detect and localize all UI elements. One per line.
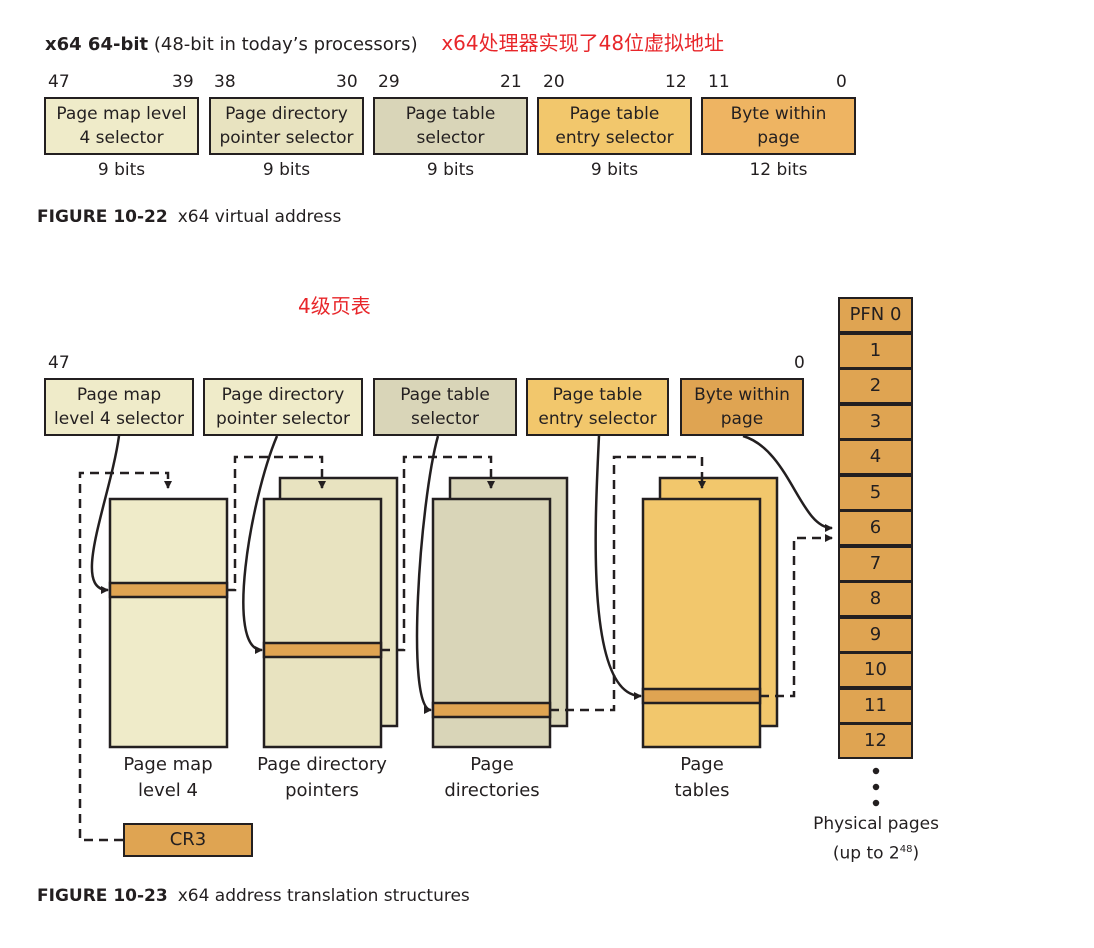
caption-text: x64 address translation structures: [177, 886, 470, 906]
table-label-line2: level 4: [138, 780, 198, 801]
physical-pages-label: Physical pages (up to 248): [800, 812, 952, 867]
pt-entry: [641, 687, 762, 705]
table-label-line2: tables: [674, 780, 730, 801]
ellipsis-dot: [872, 767, 880, 775]
pfn-cell: 11: [838, 687, 913, 724]
pd-entry: [431, 701, 552, 719]
pdp-entry: [262, 641, 383, 659]
table-label-line1: Page: [680, 754, 724, 775]
pml4-table: [108, 497, 229, 749]
table-label-line1: Page: [470, 754, 514, 775]
table-label-line1: Page directory: [257, 754, 387, 775]
selector-label-line1: Page table: [552, 385, 643, 405]
physical-label-line2: (up to 2: [832, 843, 900, 864]
table-label-pt: Page tables: [632, 752, 772, 804]
caption-number: FIGURE 10-23: [37, 886, 168, 906]
pml4-entry: [108, 581, 229, 599]
selector-label-line1: Page table: [400, 385, 490, 405]
ellipsis-dot: [872, 783, 880, 791]
physical-exponent: 48: [899, 844, 913, 855]
pfn-cell: 7: [838, 545, 913, 582]
table-label-pdp: Page directory pointers: [246, 752, 398, 804]
selector-pte: Page table entry selector: [526, 378, 669, 436]
table-label-line2: pointers: [285, 780, 359, 801]
pfn-cell: PFN 0: [838, 297, 913, 333]
selector-label-line1: Byte within: [694, 385, 790, 405]
selector-label-line2: level 4 selector: [54, 409, 184, 429]
pfn-cell: 4: [838, 439, 913, 475]
pte-selector-curve: [594, 435, 642, 700]
table-label-line2: directories: [444, 780, 540, 801]
cr3-register: CR3: [123, 823, 253, 857]
pt-table: [641, 497, 762, 749]
table-label-pml4: Page map level 4: [98, 752, 238, 804]
pfn-cell: 9: [838, 616, 913, 653]
table-label-line1: Page map: [123, 754, 213, 775]
translation-diagram: [78, 434, 880, 842]
selector-label-line1: Page map: [76, 385, 162, 405]
ellipsis-dot: [872, 799, 880, 807]
selector-label-line2: pointer selector: [215, 409, 351, 429]
pfn-cell: 6: [838, 510, 913, 546]
selector-label-line2: entry selector: [538, 409, 657, 429]
physical-close-paren: ): [912, 843, 920, 864]
selector-pt: Page table selector: [373, 378, 517, 436]
pfn-cell: 1: [838, 332, 913, 369]
table-label-pd: Page directories: [422, 752, 562, 804]
figure-caption-10-23: FIGURE 10-23 x64 address translation stru…: [37, 886, 470, 906]
pfn-cell: 10: [838, 652, 913, 688]
pfn-cell: 12: [838, 723, 913, 759]
pdp-table: [262, 497, 383, 749]
selector-label-line1: Page directory: [221, 385, 345, 405]
pfn-cell: 2: [838, 368, 913, 404]
selector-label-line2: selector: [411, 409, 479, 429]
physical-label-line1: Physical pages: [813, 814, 939, 834]
selector-pdp: Page directory pointer selector: [203, 378, 363, 436]
selector-byte-within-page: Byte within page: [680, 378, 804, 436]
pfn-cell: 5: [838, 474, 913, 511]
selector-label-line2: page: [720, 409, 764, 429]
pfn-cell: 8: [838, 581, 913, 617]
selector-pml4: Page map level 4 selector: [44, 378, 194, 436]
pfn-cell: 3: [838, 403, 913, 440]
